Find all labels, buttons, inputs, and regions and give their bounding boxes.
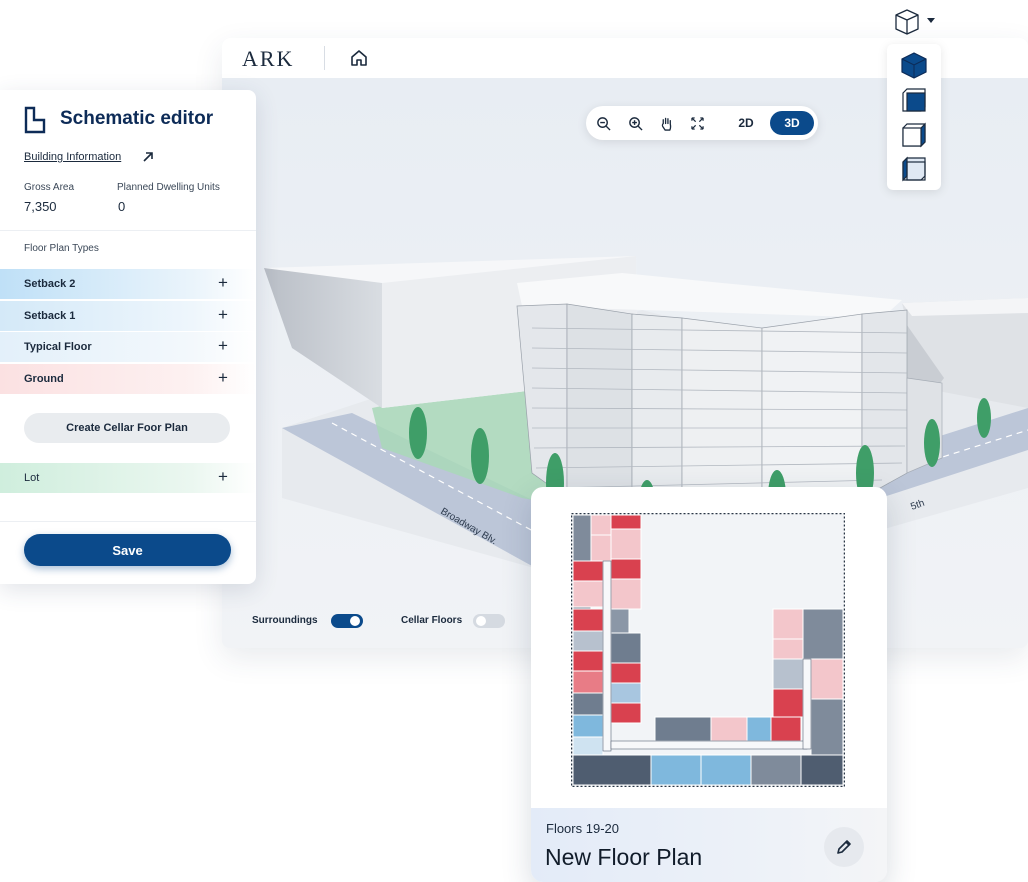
floor-type-setback-1[interactable]: Setback 1 + — [0, 301, 256, 331]
floor-plan-icon — [24, 106, 46, 139]
view-mode-menu — [887, 44, 941, 190]
divider — [0, 521, 256, 522]
floor-plan-types-heading: Floor Plan Types — [24, 243, 99, 254]
dwelling-units-value: 0 — [118, 199, 126, 214]
view-mode-option-front[interactable] — [899, 87, 929, 115]
editor-title: Schematic editor — [60, 108, 214, 129]
gross-area-label: Gross Area — [24, 182, 75, 193]
toggle-knob — [350, 616, 360, 626]
fit-view-icon — [690, 116, 704, 130]
brand-logo[interactable]: ARK — [242, 46, 294, 72]
floor-type-typical-floor[interactable]: Typical Floor + — [0, 332, 256, 362]
view-mode-dropdown[interactable] — [893, 7, 941, 35]
pan-button[interactable] — [657, 113, 677, 133]
solid-cube-icon — [901, 52, 927, 79]
view-mode-option-outline[interactable] — [899, 156, 929, 184]
toggle-knob — [476, 616, 486, 626]
zoom-in-button[interactable] — [625, 113, 645, 133]
lot-row[interactable]: Lot + — [0, 463, 256, 493]
building-information-label: Building Information — [24, 151, 122, 163]
cellar-floors-label: Cellar Floors — [401, 615, 463, 626]
add-icon[interactable]: + — [218, 273, 228, 293]
add-icon[interactable]: + — [218, 368, 228, 388]
fit-view-button[interactable] — [687, 113, 707, 133]
floor-type-label: Setback 2 — [24, 278, 76, 290]
floor-type-label: Ground — [24, 373, 64, 385]
save-button[interactable]: Save — [24, 534, 231, 566]
front-face-cube-icon — [902, 88, 926, 112]
pan-hand-icon — [661, 117, 672, 131]
view-toolbar: 2D 3D — [586, 106, 818, 140]
building-information-link[interactable]: Building Information — [24, 151, 121, 163]
lot-label: Lot — [24, 472, 40, 484]
floor-type-setback-2[interactable]: Setback 2 + — [0, 269, 256, 299]
zoom-out-button[interactable] — [593, 113, 613, 133]
add-icon[interactable]: + — [218, 467, 228, 487]
view-mode-option-side[interactable] — [899, 122, 929, 150]
divider — [0, 230, 256, 231]
edit-floor-plan-button[interactable] — [824, 827, 864, 867]
home-icon — [351, 50, 367, 66]
floor-type-label: Typical Floor — [24, 341, 92, 353]
surroundings-label: Surroundings — [252, 615, 318, 626]
floor-plan-name: New Floor Plan — [545, 844, 703, 870]
mode-2d-button[interactable]: 2D — [728, 111, 764, 135]
floor-range-label: Floors 19-20 — [546, 821, 619, 836]
add-icon[interactable]: + — [218, 305, 228, 325]
zoom-out-icon — [596, 116, 611, 131]
home-button[interactable] — [346, 46, 372, 70]
top-bar-divider — [324, 46, 325, 70]
floor-type-label: Setback 1 — [24, 310, 76, 322]
wireframe-cube-icon — [895, 9, 935, 35]
create-cellar-floor-plan-button[interactable]: Create Cellar Foor Plan — [24, 413, 230, 443]
floor-plan-card[interactable]: Floors 19-20 New Floor Plan — [531, 487, 887, 882]
pencil-icon — [837, 840, 851, 854]
cellar-floors-toggle[interactable] — [473, 614, 505, 628]
view-mode-option-solid[interactable] — [899, 51, 929, 79]
mode-3d-button[interactable]: 3D — [770, 111, 814, 135]
zoom-in-icon — [628, 116, 643, 131]
surroundings-toggle[interactable] — [331, 614, 363, 628]
schematic-editor-panel: Schematic editor Building Information Gr… — [0, 90, 256, 584]
dwelling-units-label: Planned Dwelling Units — [117, 182, 220, 193]
gross-area-value: 7,350 — [24, 199, 57, 214]
add-icon[interactable]: + — [218, 336, 228, 356]
floor-type-ground[interactable]: Ground + — [0, 364, 256, 394]
floor-plan-card-footer: Floors 19-20 New Floor Plan — [531, 808, 887, 882]
outline-cube-icon — [902, 156, 926, 182]
side-face-cube-icon — [902, 122, 926, 148]
floor-plan-drawing[interactable] — [571, 513, 845, 787]
external-link-icon[interactable] — [142, 150, 154, 168]
